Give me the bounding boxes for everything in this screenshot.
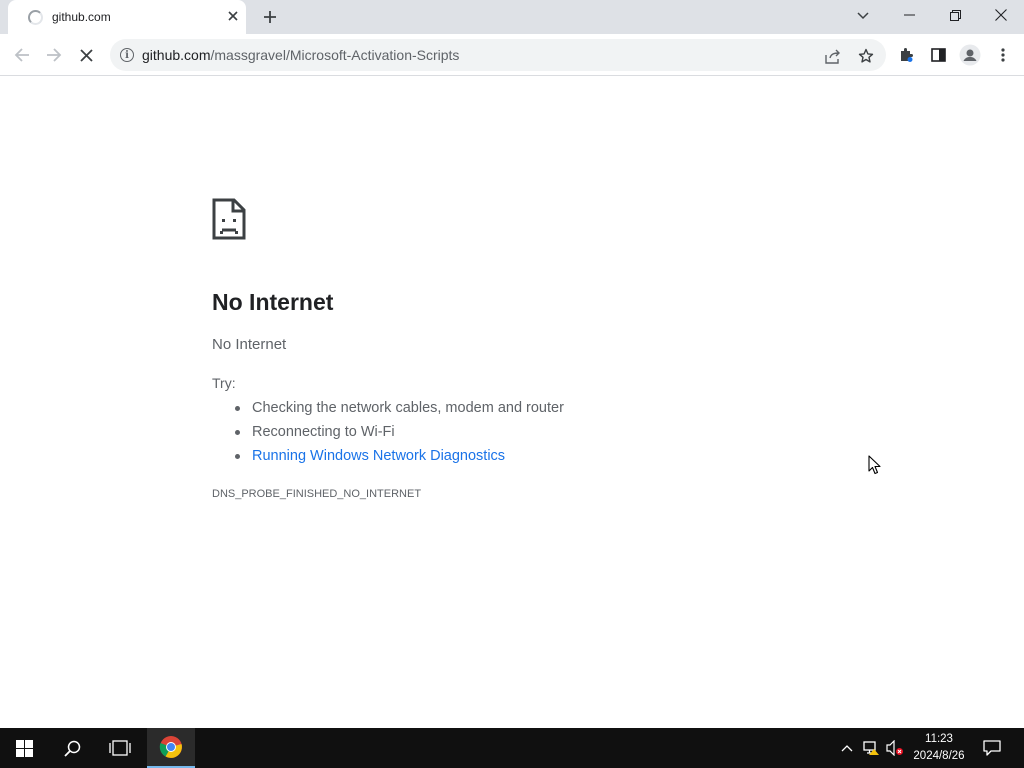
chevron-up-icon (841, 745, 853, 752)
task-view-icon (109, 740, 131, 756)
side-panel-button[interactable] (925, 42, 951, 68)
share-icon (825, 49, 840, 64)
search-button[interactable] (48, 728, 96, 768)
clock-date: 2024/8/26 (913, 750, 965, 762)
browser-toolbar: i github.com/massgravel/Microsoft-Activa… (0, 34, 1024, 76)
error-subtitle: No Internet (212, 336, 287, 353)
menu-button[interactable] (990, 42, 1016, 68)
new-tab-button[interactable] (258, 5, 282, 29)
action-center-button[interactable] (980, 728, 1004, 768)
star-icon (858, 48, 874, 63)
notification-icon (983, 740, 1001, 756)
plus-icon (264, 11, 276, 23)
suggestion-list: Checking the network cables, modem and r… (232, 397, 564, 469)
close-icon (995, 9, 1007, 21)
tab-title: github.com (52, 10, 111, 24)
suggestion-reconnect-wifi: Reconnecting to Wi-Fi (232, 421, 564, 445)
chevron-down-icon (857, 12, 869, 20)
arrow-right-icon (47, 48, 62, 62)
stop-loading-button[interactable] (73, 42, 99, 68)
tab-strip: github.com (0, 0, 1024, 34)
extensions-button[interactable] (893, 42, 919, 68)
start-button[interactable] (0, 728, 48, 768)
bookmark-button[interactable] (855, 45, 877, 67)
network-diagnostics-link[interactable]: Running Windows Network Diagnostics (232, 445, 564, 469)
error-title: No Internet (212, 289, 334, 315)
url-text[interactable]: github.com/massgravel/Microsoft-Activati… (142, 47, 459, 63)
suggestion-check-cables: Checking the network cables, modem and r… (232, 397, 564, 421)
close-icon (228, 11, 238, 21)
show-hidden-icons-button[interactable] (838, 728, 856, 768)
profile-button[interactable] (957, 42, 983, 68)
puzzle-icon (901, 48, 913, 62)
share-button[interactable] (822, 45, 844, 67)
restore-icon (949, 9, 961, 21)
network-status[interactable] (860, 728, 882, 768)
forward-button[interactable] (41, 42, 67, 68)
more-vert-icon (1001, 48, 1005, 62)
minimize-button[interactable] (886, 0, 932, 30)
back-button[interactable] (9, 42, 35, 68)
profile-icon (959, 44, 981, 66)
loading-spinner-icon (28, 10, 43, 25)
network-warning-icon (863, 741, 879, 755)
side-panel-icon (930, 48, 946, 62)
clock-time: 11:23 (925, 733, 953, 745)
tab-close-button[interactable] (224, 7, 242, 25)
info-icon[interactable]: i (120, 48, 134, 62)
try-label: Try: (212, 375, 236, 391)
page-content: No Internet No Internet Try: Checking th… (0, 77, 1024, 728)
tab-search-button[interactable] (852, 5, 874, 27)
restore-button[interactable] (932, 0, 978, 30)
volume-muted-icon (886, 740, 903, 756)
minimize-icon (903, 14, 915, 16)
chrome-icon (159, 736, 182, 758)
taskbar-chrome[interactable] (147, 728, 195, 768)
windows-logo-icon (15, 739, 33, 757)
sad-page-icon (212, 198, 246, 240)
error-code: DNS_PROBE_FINISHED_NO_INTERNET (212, 488, 422, 500)
mouse-cursor-icon (868, 455, 881, 475)
address-bar[interactable]: i github.com/massgravel/Microsoft-Activa… (110, 39, 886, 71)
url-host: github.com (142, 47, 211, 63)
task-view-button[interactable] (96, 728, 144, 768)
search-icon (63, 740, 80, 757)
system-clock[interactable]: 11:23 2024/8/26 (904, 731, 974, 765)
close-window-button[interactable] (978, 0, 1024, 30)
close-icon (79, 48, 93, 62)
arrow-left-icon (14, 48, 29, 62)
taskbar: 11:23 2024/8/26 (0, 728, 1024, 768)
browser-tab[interactable]: github.com (8, 0, 246, 34)
url-path: /massgravel/Microsoft-Activation-Scripts (210, 47, 460, 63)
volume-status[interactable] (884, 728, 906, 768)
